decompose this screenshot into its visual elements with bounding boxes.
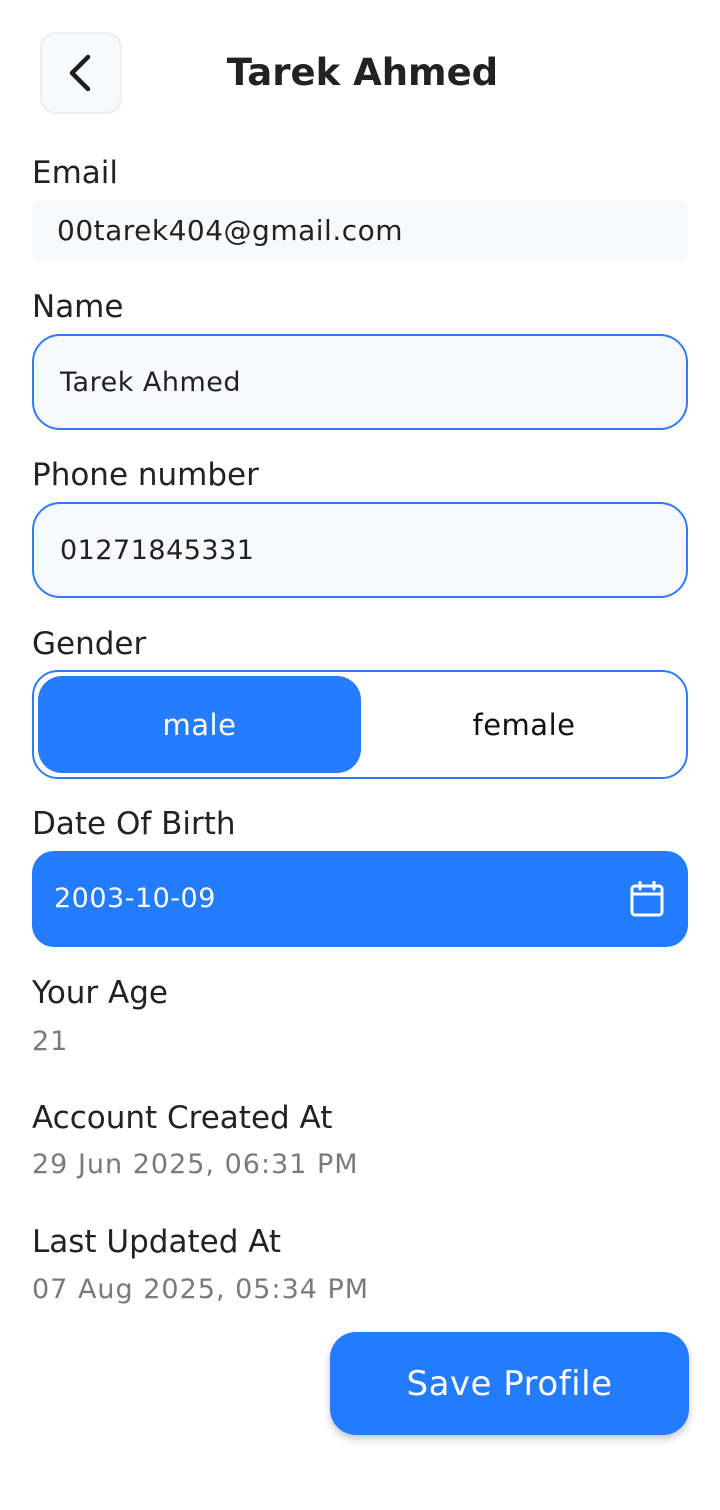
age-label: Your Age: [32, 975, 168, 1011]
gender-toggle: male female: [32, 670, 688, 779]
name-label: Name: [32, 289, 124, 325]
name-field[interactable]: [32, 334, 688, 430]
name-input[interactable]: [58, 365, 662, 399]
gender-option-female[interactable]: female: [364, 676, 684, 773]
updated-value: 07 Aug 2025, 05:34 PM: [32, 1274, 370, 1305]
updated-label: Last Updated At: [32, 1224, 282, 1260]
phone-field[interactable]: [32, 502, 688, 598]
calendar-icon: [630, 881, 664, 917]
dob-value: 2003-10-09: [54, 883, 216, 914]
save-profile-button[interactable]: Save Profile: [330, 1332, 689, 1435]
age-value: 21: [32, 1026, 69, 1057]
dob-label: Date Of Birth: [32, 806, 236, 842]
phone-label: Phone number: [32, 457, 259, 493]
gender-option-male[interactable]: male: [38, 676, 361, 773]
email-value: 00tarek404@gmail.com: [57, 214, 404, 247]
created-label: Account Created At: [32, 1100, 333, 1136]
gender-label: Gender: [32, 626, 147, 662]
page-title: Tarek Ahmed: [226, 51, 499, 94]
created-value: 29 Jun 2025, 06:31 PM: [32, 1149, 359, 1180]
phone-input[interactable]: [58, 533, 662, 567]
email-label: Email: [32, 155, 119, 191]
dob-picker[interactable]: 2003-10-09: [32, 851, 688, 947]
